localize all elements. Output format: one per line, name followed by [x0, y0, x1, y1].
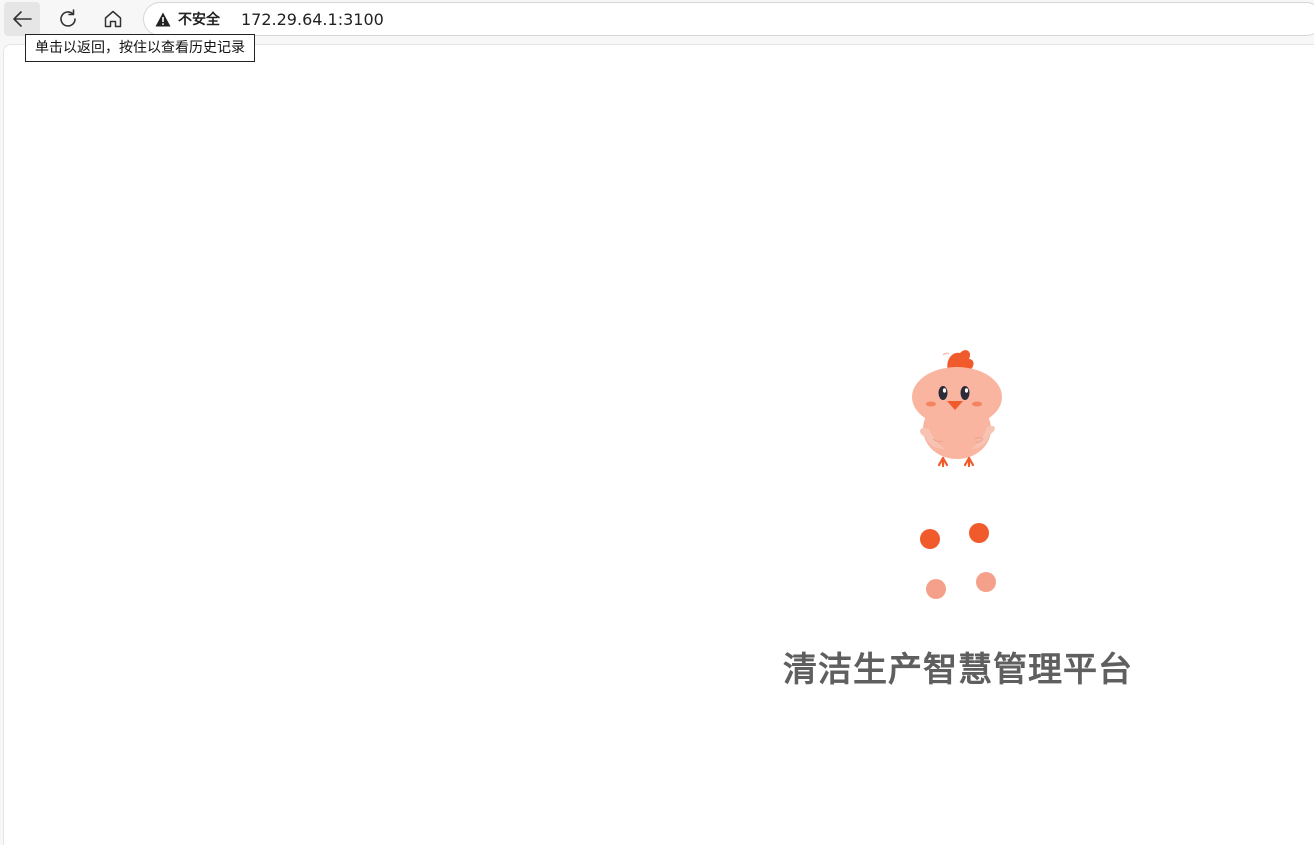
reload-icon [60, 9, 76, 27]
page-content [3, 44, 1314, 845]
back-arrow-icon [13, 11, 32, 27]
back-button[interactable] [4, 2, 40, 36]
home-icon [104, 10, 122, 28]
reload-button[interactable] [50, 2, 86, 36]
loading-dot [920, 529, 940, 549]
loading-dots [915, 518, 1005, 604]
page-title: 清洁生产智慧管理平台 [783, 650, 1133, 690]
warning-icon[interactable] [155, 12, 171, 27]
loading-dot [969, 523, 989, 543]
url-text[interactable]: 172.29.64.1:3100 [241, 10, 384, 30]
home-button[interactable] [95, 2, 131, 36]
back-button-tooltip: 单击以返回，按住以查看历史记录 [25, 34, 255, 62]
chick-icon [912, 350, 1002, 468]
address-bar[interactable]: 不安全 172.29.64.1:3100 [143, 2, 1314, 36]
loading-dot [926, 579, 946, 599]
security-status-label[interactable]: 不安全 [178, 11, 220, 29]
loading-dot [976, 572, 996, 592]
